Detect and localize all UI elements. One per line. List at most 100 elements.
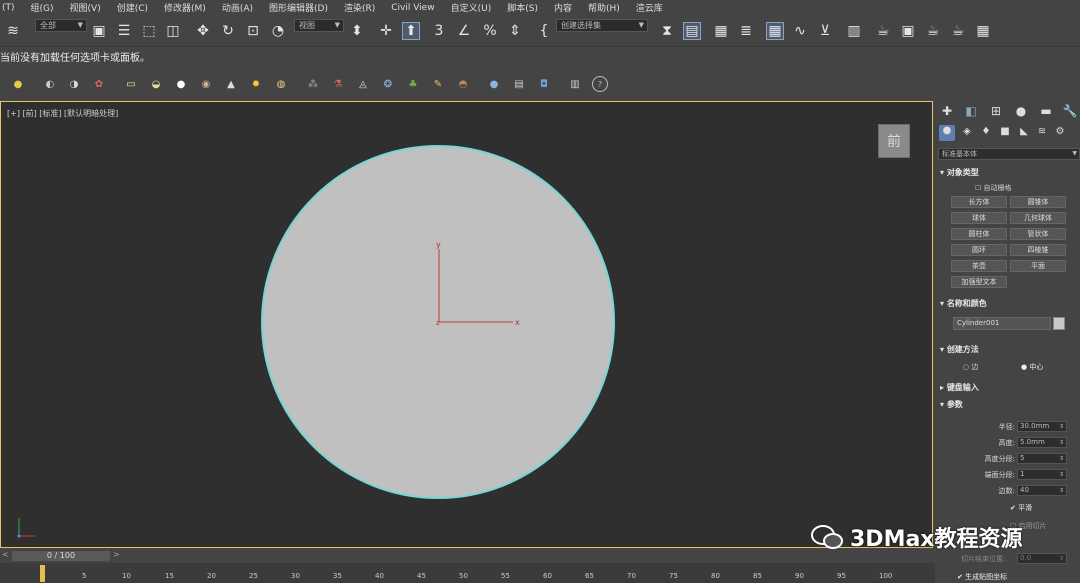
angle-snap-icon[interactable]: ∠ <box>455 22 473 40</box>
edge-radio[interactable]: ○ 边 <box>963 362 978 372</box>
box-button[interactable]: 长方体 <box>951 196 1007 208</box>
modify-tab-icon[interactable]: ◧ <box>963 104 979 120</box>
text-plus-button[interactable]: 加强型文本 <box>951 276 1007 288</box>
generate-mapping-checkbox[interactable]: ✔ 生成贴图坐标 <box>957 572 1007 582</box>
dummy-helper-icon[interactable]: ✿ <box>91 76 107 92</box>
render-cloud-icon[interactable]: ▦ <box>974 22 992 40</box>
current-frame-marker[interactable] <box>40 565 45 582</box>
layer-explorer-icon[interactable]: ≣ <box>737 22 755 40</box>
environment-icon[interactable]: ❂ <box>380 76 396 92</box>
motion-tab-icon[interactable]: ● <box>1013 104 1029 120</box>
menu-item-group[interactable]: 组(G) <box>23 1 62 14</box>
menu-item-graph-editors[interactable]: 图形编辑器(D) <box>261 1 336 14</box>
free-light-icon[interactable]: ● <box>173 76 189 92</box>
menu-item-animation[interactable]: 动画(A) <box>214 1 261 14</box>
percent-snap-icon[interactable]: % <box>481 22 499 40</box>
schematic-view-icon[interactable]: ⊻ <box>816 22 834 40</box>
light-bulb-icon[interactable]: ● <box>10 76 26 92</box>
menu-item-rendering[interactable]: 渲染(R) <box>336 1 383 14</box>
create-tab-icon[interactable]: ✚ <box>939 104 955 120</box>
photometric-light-icon[interactable]: ◍ <box>273 76 289 92</box>
align-icon[interactable]: ▤ <box>683 22 701 40</box>
space-warps-icon[interactable]: ≋ <box>1035 126 1049 140</box>
height-segments-spinner[interactable]: 5 ⇕ <box>1017 453 1067 464</box>
systems-icon[interactable]: ⚙ <box>1053 126 1067 140</box>
reference-coordinate-dropdown[interactable]: 视图 ▼ <box>294 19 344 32</box>
keyboard-shortcut-override-icon[interactable]: ⬆ <box>402 22 420 40</box>
pyramid-button[interactable]: 四棱锥 <box>1010 244 1066 256</box>
select-move-icon[interactable]: ✥ <box>194 22 212 40</box>
hierarchy-tab-icon[interactable]: ⊞ <box>988 104 1004 120</box>
viewcube[interactable]: 前 <box>878 124 910 158</box>
geosphere-button[interactable]: 几何球体 <box>1010 212 1066 224</box>
menu-item-modifiers[interactable]: 修改器(M) <box>156 1 214 14</box>
select-manipulate-icon[interactable]: ✛ <box>377 22 395 40</box>
material-editor-icon[interactable]: ▥ <box>845 22 863 40</box>
rectangular-selection-icon[interactable]: ⬚ <box>140 22 158 40</box>
cone-light-icon[interactable]: ▲ <box>223 76 239 92</box>
menu-item-scripting[interactable]: 脚本(S) <box>499 1 546 14</box>
time-slider[interactable]: 0 / 100 <box>12 551 110 561</box>
camera-icon[interactable]: ◐ <box>42 76 58 92</box>
texture-icon[interactable]: ◓ <box>455 76 471 92</box>
select-rotate-icon[interactable]: ↻ <box>219 22 237 40</box>
particle-icon[interactable]: ⁂ <box>305 76 321 92</box>
menu-item-views[interactable]: 视图(V) <box>62 1 109 14</box>
menu-item-create[interactable]: 创建(C) <box>109 1 156 14</box>
menu-item-civil-view[interactable]: Civil View <box>383 3 442 13</box>
select-by-name-icon[interactable]: ☰ <box>115 22 133 40</box>
object-color-swatch[interactable] <box>1053 317 1065 330</box>
category-dropdown[interactable]: 标准基本体 ▼ <box>938 148 1080 160</box>
render-queue-icon[interactable]: ◘ <box>536 76 552 92</box>
skylight-icon[interactable]: ◒ <box>148 76 164 92</box>
time-slider-next-icon[interactable]: > <box>113 550 120 559</box>
display-tab-icon[interactable]: ▬ <box>1038 104 1054 120</box>
pivot-center-icon[interactable]: ⬍ <box>348 22 366 40</box>
track-bar[interactable]: 5 10 15 20 25 30 35 40 45 50 55 60 65 70… <box>0 563 935 583</box>
scene-explorer-icon[interactable]: ▦ <box>712 22 730 40</box>
slice-to-spinner[interactable]: 0.0 ⇕ <box>1017 553 1067 564</box>
plane-button[interactable]: 平面 <box>1010 260 1066 272</box>
sides-spinner[interactable]: 40 ⇕ <box>1017 485 1067 496</box>
time-slider-prev-icon[interactable]: < <box>2 550 9 559</box>
name-color-rollout[interactable]: ▾ 名称和颜色 <box>940 298 1080 310</box>
smooth-checkbox[interactable]: ✔ 平滑 <box>1010 503 1032 513</box>
render-setup-icon[interactable]: ☕ <box>874 22 892 40</box>
window-crossing-icon[interactable]: ◫ <box>164 22 182 40</box>
menu-item-tools[interactable]: (T) <box>0 3 23 13</box>
named-selection-dropdown[interactable]: 创建选择集 ▼ <box>556 19 648 32</box>
front-viewport[interactable]: [+] [前] [标准] [默认明暗处理] 前 y x z <box>0 101 933 548</box>
sun-icon[interactable]: ✹ <box>248 76 264 92</box>
select-object-icon[interactable]: ▣ <box>90 22 108 40</box>
snaps-toggle-icon[interactable]: 3 <box>430 22 448 40</box>
render-region-icon[interactable]: ◬ <box>355 76 371 92</box>
radius-spinner[interactable]: 30.0mm ⇕ <box>1017 421 1067 432</box>
help-icon[interactable]: ? <box>592 76 608 92</box>
select-scale-icon[interactable]: ⊡ <box>244 22 262 40</box>
rendered-frame-window-icon[interactable]: ▣ <box>899 22 917 40</box>
creation-method-rollout[interactable]: ▾ 创建方法 <box>940 344 1080 356</box>
menu-item-help[interactable]: 帮助(H) <box>580 1 628 14</box>
edit-named-selection-icon[interactable]: { <box>535 22 553 40</box>
omni-light-icon[interactable]: ▭ <box>123 76 139 92</box>
transform-gizmo[interactable]: y x z <box>431 237 531 332</box>
autogrid-checkbox[interactable]: ☐ 自动栅格 <box>975 183 1012 193</box>
utilities-tab-icon[interactable]: 🔧 <box>1062 104 1078 120</box>
menu-item-render-cloud[interactable]: 渲云库 <box>628 1 671 14</box>
object-name-input[interactable]: Cylinder001 <box>953 317 1051 330</box>
animation-tool-icon[interactable]: ✎ <box>430 76 446 92</box>
height-spinner[interactable]: 5.0mm ⇕ <box>1017 437 1067 448</box>
curve-editor-icon[interactable]: ∿ <box>791 22 809 40</box>
target-camera-icon[interactable]: ◑ <box>66 76 82 92</box>
spinner-snap-icon[interactable]: ⇕ <box>506 22 524 40</box>
sphere-button[interactable]: 球体 <box>951 212 1007 224</box>
batch-render-icon[interactable]: ▥ <box>567 76 583 92</box>
render-iterative-icon[interactable]: ☕ <box>949 22 967 40</box>
shapes-icon[interactable]: ◈ <box>960 126 974 140</box>
menu-item-content[interactable]: 内容 <box>546 1 580 14</box>
scene-states-icon[interactable]: ▤ <box>511 76 527 92</box>
cap-segments-spinner[interactable]: 1 ⇕ <box>1017 469 1067 480</box>
viewport-label[interactable]: [+] [前] [标准] [默认明暗处理] <box>7 108 118 119</box>
helpers-icon[interactable]: ◣ <box>1017 126 1031 140</box>
object-type-rollout[interactable]: ▾ 对象类型 <box>940 167 1080 179</box>
